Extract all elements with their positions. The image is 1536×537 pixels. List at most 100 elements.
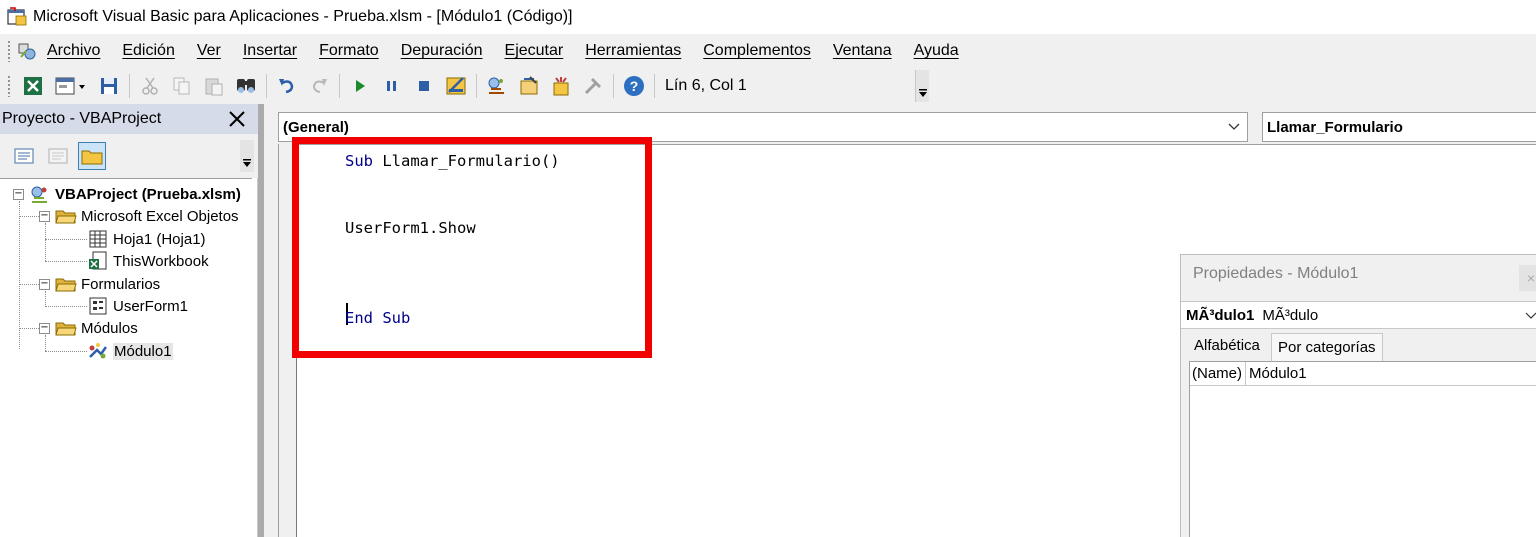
property-value[interactable]: Módulo1	[1246, 365, 1307, 382]
find-icon[interactable]	[235, 75, 257, 97]
annotation-highlight-box	[292, 137, 652, 358]
tree-node-modulos[interactable]: − Módulos	[39, 317, 138, 339]
properties-object-combo[interactable]: MÃ³dulo1 MÃ³dulo	[1181, 301, 1536, 329]
design-mode-icon[interactable]	[445, 75, 467, 97]
menu-herramientas[interactable]: Herramientas	[585, 42, 681, 60]
worksheet-icon	[89, 230, 107, 248]
project-explorer-header: Proyecto - VBAProject	[0, 104, 258, 134]
toggle-folders-icon[interactable]	[78, 142, 106, 170]
collapse-icon[interactable]: −	[39, 322, 50, 334]
reset-icon[interactable]	[413, 75, 435, 97]
help-icon[interactable]: ?	[623, 75, 645, 97]
tree-label: VBAProject (Prueba.xlsm)	[55, 185, 241, 203]
property-row[interactable]: (Name) Módulo1	[1190, 361, 1536, 386]
break-icon[interactable]	[381, 75, 403, 97]
window-title: Microsoft Visual Basic para Aplicaciones…	[33, 8, 573, 25]
toolbar-separator	[654, 74, 655, 98]
toolbar-separator	[339, 74, 340, 98]
project-explorer-panel: Proyecto - VBAProject − VBAProject (Prue…	[0, 104, 258, 537]
collapse-icon[interactable]: −	[39, 278, 50, 290]
menu-complementos[interactable]: Complementos	[703, 42, 811, 60]
menubar-grip[interactable]	[7, 40, 11, 62]
tree-label: Formularios	[81, 275, 161, 293]
tree-label: Módulo1	[113, 342, 173, 360]
project-tree: − VBAProject (Prueba.xlsm) − Microsoft E…	[0, 178, 252, 537]
menu-formato[interactable]: Formato	[319, 42, 379, 60]
folder-open-icon	[55, 210, 77, 224]
procedure-combo-value: Llamar_Formulario	[1267, 118, 1403, 136]
project-explorer-toolbar	[0, 134, 258, 178]
tree-node-formularios[interactable]: − Formularios	[39, 273, 160, 295]
view-code-icon[interactable]	[10, 142, 38, 170]
menu-depuracion[interactable]: Depuración	[401, 42, 483, 60]
menu-insertar[interactable]: Insertar	[243, 42, 297, 60]
toolbar-separator	[266, 74, 267, 98]
collapse-icon[interactable]: −	[13, 188, 24, 200]
tree-node-thisworkbook[interactable]: ThisWorkbook	[87, 250, 209, 272]
properties-title: Propiedades - Módulo1	[1193, 265, 1359, 282]
tree-label: ThisWorkbook	[113, 252, 209, 270]
svg-text:?: ?	[630, 78, 639, 94]
view-object-icon[interactable]	[44, 142, 72, 170]
insert-userform-icon[interactable]	[54, 75, 88, 97]
title-bar: Microsoft Visual Basic para Aplicaciones…	[0, 0, 1536, 34]
close-icon[interactable]: ×	[1519, 265, 1536, 291]
explorer-toolbar-options[interactable]	[240, 140, 254, 172]
project-explorer-icon[interactable]	[486, 75, 508, 97]
menu-ejecutar[interactable]: Ejecutar	[505, 42, 564, 60]
tree-node-vbaproject[interactable]: − VBAProject (Prueba.xlsm)	[13, 183, 241, 205]
tree-node-userform1[interactable]: UserForm1	[87, 295, 188, 317]
vba-menu-icon[interactable]	[17, 41, 37, 61]
tree-node-hoja1[interactable]: Hoja1 (Hoja1)	[87, 228, 206, 250]
excel-icon[interactable]	[22, 75, 44, 97]
vbaproject-icon	[31, 186, 47, 203]
cursor-position-label: Lín 6, Col 1	[665, 77, 747, 94]
close-icon[interactable]	[224, 107, 250, 131]
tree-node-modulo1[interactable]: Módulo1	[87, 340, 173, 362]
tree-label: UserForm1	[113, 297, 189, 315]
module-icon	[89, 343, 108, 359]
menu-ayuda[interactable]: Ayuda	[914, 42, 959, 60]
undo-icon[interactable]	[276, 75, 298, 97]
standard-toolbar: ? Lín 6, Col 1	[0, 68, 1536, 104]
tree-label: Microsoft Excel Objetos	[81, 207, 239, 225]
object-browser-icon[interactable]	[550, 75, 572, 97]
chevron-down-icon[interactable]	[1525, 309, 1536, 321]
toolbar-separator	[129, 74, 130, 98]
run-icon[interactable]	[349, 75, 371, 97]
menu-archivo[interactable]: Archivo	[47, 42, 100, 60]
project-explorer-title: Proyecto - VBAProject	[2, 110, 162, 127]
paste-icon[interactable]	[203, 75, 225, 97]
vba-window-icon	[7, 7, 27, 26]
menu-ver[interactable]: Ver	[197, 42, 221, 60]
tab-por-categorias[interactable]: Por categorías	[1271, 333, 1383, 361]
userform-icon	[89, 297, 107, 315]
folder-open-icon	[55, 322, 77, 336]
properties-grid: (Name) Módulo1	[1189, 361, 1536, 537]
object-combo-value: (General)	[283, 118, 349, 136]
tree-label: Módulos	[81, 319, 138, 337]
menu-bar: Archivo Edición Ver Insertar Formato Dep…	[0, 34, 1536, 68]
property-name: (Name)	[1190, 361, 1247, 386]
toolbar-separator	[476, 74, 477, 98]
toolbar-options-button[interactable]	[915, 70, 929, 102]
collapse-icon[interactable]: −	[39, 210, 50, 222]
redo-icon[interactable]	[308, 75, 330, 97]
properties-icon[interactable]	[518, 75, 540, 97]
toolbar-grip[interactable]	[7, 75, 11, 97]
properties-panel: Propiedades - Módulo1 × MÃ³dulo1 MÃ³dulo…	[1180, 254, 1536, 537]
toolbar-separator	[613, 74, 614, 98]
save-icon[interactable]	[98, 75, 120, 97]
toolbox-icon[interactable]	[582, 75, 604, 97]
folder-open-icon	[55, 278, 77, 292]
menu-edicion[interactable]: Edición	[122, 42, 174, 60]
object-type: MÃ³dulo	[1262, 306, 1319, 324]
copy-icon[interactable]	[171, 75, 193, 97]
cut-icon[interactable]	[139, 75, 161, 97]
tree-node-excel-objects[interactable]: − Microsoft Excel Objetos	[39, 205, 239, 227]
tab-alfabetica[interactable]: Alfabética	[1187, 331, 1267, 359]
tree-label: Hoja1 (Hoja1)	[113, 230, 206, 248]
chevron-down-icon[interactable]	[1227, 119, 1241, 133]
procedure-combo[interactable]: Llamar_Formulario	[1262, 112, 1536, 142]
menu-ventana[interactable]: Ventana	[833, 42, 892, 60]
